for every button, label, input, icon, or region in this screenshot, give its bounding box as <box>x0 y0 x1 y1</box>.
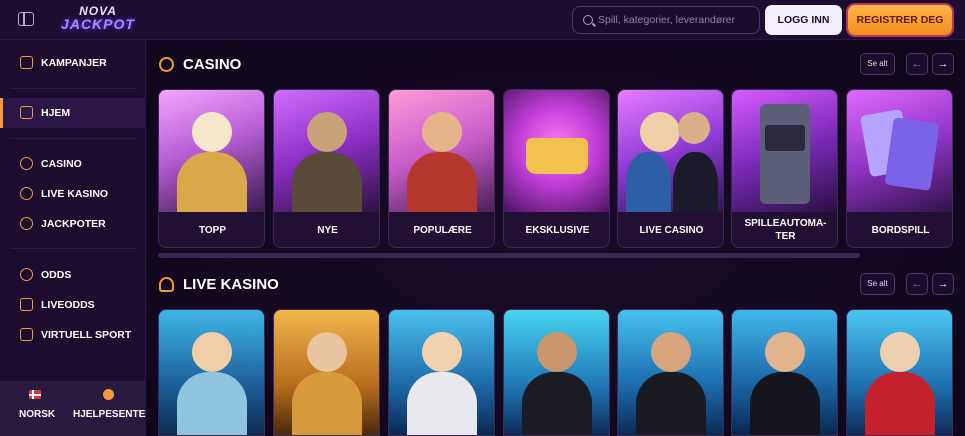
live-game-tile[interactable] <box>388 309 495 436</box>
live-game-tile[interactable] <box>503 309 610 436</box>
sidebar-item-odds[interactable]: ODDS <box>0 260 146 290</box>
top-header: NOVA JACKPOT LOGG INN REGISTRER DEG <box>0 0 965 40</box>
category-tile-live-casino[interactable]: LIVE CASINO <box>617 89 724 248</box>
cowboys-artwork <box>389 90 494 222</box>
scroll-right-button[interactable]: → <box>932 53 954 75</box>
sidebar-item-label: ODDS <box>41 269 72 281</box>
home-icon <box>20 106 33 119</box>
category-tile-topp[interactable]: TOPP <box>158 89 265 248</box>
sidebar: KAMPANJER HJEM CASINO LIVE KASINO JACKPO… <box>0 40 152 436</box>
live-game-tile[interactable] <box>158 309 265 436</box>
sidebar-footer: NORSK HJELPESENTER <box>0 381 152 436</box>
scroll-left-button[interactable]: ← <box>906 273 928 295</box>
tile-label: LIVE CASINO <box>618 212 723 247</box>
crown-artwork <box>504 90 609 212</box>
section-title: CASINO <box>183 56 242 73</box>
soccer-ball-icon <box>20 268 33 281</box>
scroll-right-button[interactable]: → <box>932 273 954 295</box>
sidebar-item-label: KAMPANJER <box>41 57 107 69</box>
sidebar-divider <box>10 138 136 139</box>
search-icon <box>583 15 593 25</box>
sidebar-item-kampanjer[interactable]: KAMPANJER <box>0 48 146 78</box>
slot-machine-icon <box>760 104 810 204</box>
playing-card-icon <box>884 117 940 191</box>
tile-label: SPILLEAUTOMA-TER <box>732 212 837 247</box>
login-button[interactable]: LOGG INN <box>765 5 842 35</box>
sidebar-item-label: LIVE KASINO <box>41 188 109 200</box>
dealers-artwork <box>618 90 723 222</box>
live-game-tile[interactable] <box>273 309 380 436</box>
casino-section-header: CASINO Se alt ← → <box>146 51 965 77</box>
crown-icon <box>526 138 588 174</box>
category-tile-eksklusive[interactable]: EKSKLUSIVE <box>503 89 610 248</box>
live-kasino-section-header: LIVE KASINO Se alt ← → <box>146 271 965 297</box>
tile-label: NYE <box>274 212 379 247</box>
search-input[interactable] <box>598 11 756 29</box>
sidebar-item-virtuell-sport[interactable]: VIRTUELL SPORT <box>0 320 146 350</box>
live-game-tile[interactable] <box>846 309 953 436</box>
gods-artwork <box>159 90 264 222</box>
slot-machine-artwork <box>732 90 837 212</box>
category-tile-nye[interactable]: NYE <box>273 89 380 248</box>
tile-label: POPULÆRE <box>389 212 494 247</box>
tile-label: BORDSPILL <box>847 212 952 247</box>
spade-icon <box>159 277 174 292</box>
casino-chip-icon <box>159 57 174 72</box>
tile-label: EKSKLUSIVE <box>504 212 609 247</box>
category-tile-spilleautomater[interactable]: SPILLEAUTOMA-TER <box>731 89 838 248</box>
casino-chip-icon <box>20 157 33 170</box>
sidebar-item-label: HJEM <box>41 107 71 119</box>
sidebar-item-liveodds[interactable]: LIVEODDS <box>0 290 146 320</box>
sidebar-item-jackpoter[interactable]: JACKPOTER <box>0 209 146 239</box>
help-center-link[interactable]: HJELPESENTER <box>73 409 152 420</box>
register-button[interactable]: REGISTRER DEG <box>848 5 952 35</box>
gift-icon <box>20 56 33 69</box>
spade-icon <box>20 187 33 200</box>
category-tile-populaere[interactable]: POPULÆRE <box>388 89 495 248</box>
category-tile-bordspill[interactable]: BORDSPILL <box>846 89 953 248</box>
sidebar-item-label: VIRTUELL SPORT <box>41 329 132 341</box>
main-content: CASINO Se alt ← → TOPP NYE POPULÆRE EKSK… <box>146 40 965 436</box>
carousel-scrollbar[interactable] <box>158 253 860 258</box>
sidebar-item-live-kasino[interactable]: LIVE KASINO <box>0 179 146 209</box>
sidebar-item-label: JACKPOTER <box>41 218 106 230</box>
live-game-tile[interactable] <box>617 309 724 436</box>
search-box[interactable] <box>572 6 760 34</box>
tile-label: TOPP <box>159 212 264 247</box>
live-play-icon <box>20 298 33 311</box>
sidebar-item-label: CASINO <box>41 158 82 170</box>
cards-artwork <box>847 90 952 212</box>
sidebar-item-label: LIVEODDS <box>41 299 95 311</box>
jackpot-icon <box>20 217 33 230</box>
sidebar-item-casino[interactable]: CASINO <box>0 149 146 179</box>
site-logo[interactable]: NOVA JACKPOT <box>56 5 140 33</box>
help-icon <box>103 389 114 400</box>
gamepad-icon <box>20 328 33 341</box>
sidebar-divider <box>10 88 136 89</box>
see-all-button[interactable]: Se alt <box>860 53 895 75</box>
section-title: LIVE KASINO <box>183 276 279 293</box>
language-selector[interactable]: NORSK <box>19 409 55 420</box>
live-game-tile[interactable] <box>731 309 838 436</box>
adventure-artwork <box>274 90 379 222</box>
see-all-button[interactable]: Se alt <box>860 273 895 295</box>
sidebar-toggle-icon[interactable] <box>18 12 34 26</box>
sidebar-divider <box>10 248 136 249</box>
scroll-left-button[interactable]: ← <box>906 53 928 75</box>
sidebar-item-hjem[interactable]: HJEM <box>0 98 146 128</box>
norway-flag-icon <box>29 390 41 399</box>
